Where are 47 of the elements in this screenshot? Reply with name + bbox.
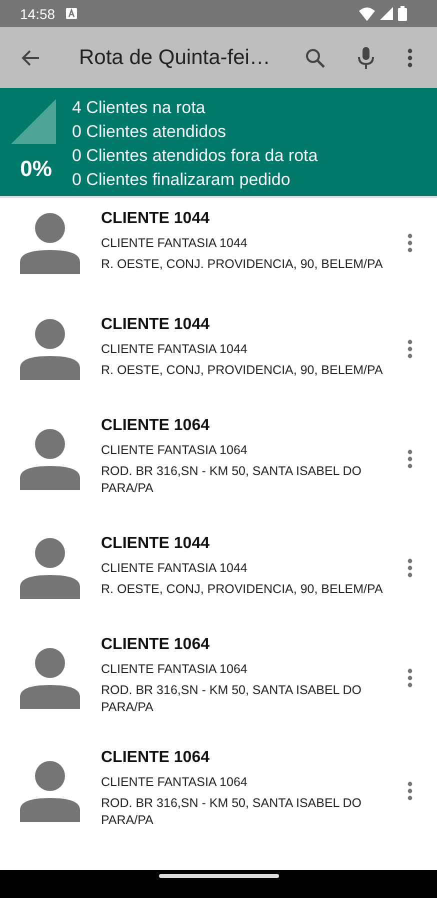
client-trade-name: CLIENTE FANTASIA 1044	[101, 560, 248, 577]
client-trade-name: CLIENTE FANTASIA 1064	[101, 774, 248, 791]
more-options-icon[interactable]	[407, 558, 413, 578]
more-options-icon[interactable]	[407, 233, 413, 253]
person-avatar-icon	[20, 318, 80, 380]
summary-line: 0 Clientes atendidos	[72, 121, 228, 143]
more-options-icon[interactable]	[407, 780, 413, 800]
client-name[interactable]: CLIENTE 1044	[101, 315, 397, 335]
more-options-icon[interactable]	[407, 48, 413, 68]
screen-title: Rota de Quinta-fei…	[79, 46, 272, 70]
progress-percent: 0%	[20, 156, 52, 182]
person-avatar-icon	[20, 537, 80, 599]
client-address: ROD. BR 316,SN - KM 50, SANTA ISABEL DO PARA/PA	[101, 682, 362, 716]
more-options-icon[interactable]	[407, 448, 413, 468]
more-options-icon[interactable]	[407, 339, 413, 359]
person-avatar-icon	[20, 646, 80, 708]
client-name[interactable]: CLIENTE 1044	[101, 209, 397, 229]
battery-icon	[398, 6, 407, 21]
client-address: ROD. BR 316,SN - KM 50, SANTA ISABEL DO PARA/PA	[101, 463, 362, 497]
progress-triangle-icon	[10, 99, 56, 144]
summary-line: 0 Clientes atendidos fora da rota	[72, 145, 318, 167]
client-name[interactable]: CLIENTE 1064	[101, 416, 397, 436]
signal-icon	[380, 7, 393, 20]
client-address: R. OESTE, CONJ, PROVIDENCIA, 90, BELEM/PA	[101, 362, 384, 379]
more-options-icon[interactable]	[407, 668, 413, 688]
back-icon[interactable]	[21, 48, 41, 68]
client-address: R. OESTE, CONJ. PROVIDENCIA, 90, BELEM/PA	[101, 256, 384, 273]
client-name[interactable]: CLIENTE 1064	[101, 635, 397, 655]
client-name[interactable]: CLIENTE 1064	[101, 748, 397, 768]
client-trade-name: CLIENTE FANTASIA 1044	[101, 235, 248, 252]
client-trade-name: CLIENTE FANTASIA 1064	[101, 661, 248, 678]
notification-icon	[66, 8, 78, 19]
home-handle[interactable]	[158, 874, 278, 878]
client-name[interactable]: CLIENTE 1044	[101, 534, 397, 554]
status-time: 14:58	[20, 6, 56, 22]
client-address: R. OESTE, CONJ, PROVIDENCIA, 90, BELEM/PA	[101, 581, 384, 598]
search-icon[interactable]	[305, 48, 325, 68]
wifi-icon	[359, 6, 375, 20]
microphone-icon[interactable]	[358, 46, 374, 68]
person-avatar-icon	[20, 428, 80, 490]
person-avatar-icon	[20, 760, 80, 822]
person-avatar-icon	[20, 212, 80, 274]
summary-line: 0 Clientes finalizaram pedido	[72, 169, 292, 191]
client-trade-name: CLIENTE FANTASIA 1044	[101, 341, 248, 358]
summary-line: 4 Clientes na rota	[72, 97, 206, 119]
client-trade-name: CLIENTE FANTASIA 1064	[101, 442, 248, 459]
client-address: ROD. BR 316,SN - KM 50, SANTA ISABEL DO PARA/PA	[101, 795, 362, 829]
